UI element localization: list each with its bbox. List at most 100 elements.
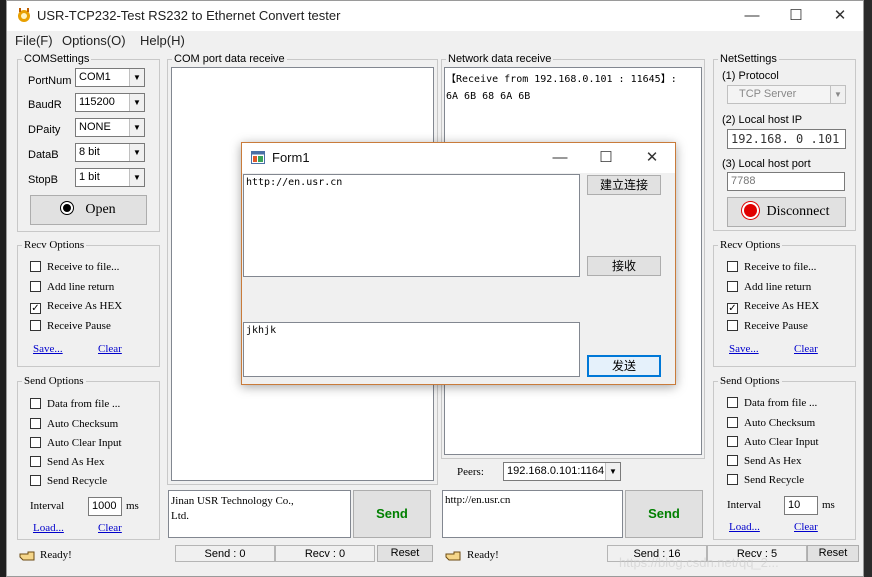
left-receive-pause-checkbox[interactable]: Receive Pause [30,320,111,332]
left-status-ready: Ready! [40,549,72,561]
send-button[interactable]: 发送 [587,355,661,377]
menu-options[interactable]: Options(O) [62,33,126,48]
connect-button[interactable]: 建立连接 [587,175,661,195]
right-recv-clear-link[interactable]: Clear [794,343,818,355]
right-send-as-hex-checkbox[interactable]: Send As Hex [727,455,801,467]
menu-file[interactable]: File(F) [15,33,53,48]
right-send-recycle-checkbox[interactable]: Send Recycle [727,474,804,486]
local-ip-input[interactable]: 192.168. 0 .101 [727,129,846,149]
stopbits-label: StopB [28,174,58,186]
local-port-input[interactable]: 7788 [727,172,845,191]
portnum-label: PortNum [28,75,72,87]
checkbox-box [727,474,738,485]
left-load-link[interactable]: Load... [33,522,64,534]
com-send-button[interactable]: Send [353,490,431,538]
protocol-label: (1) Protocol [722,70,779,82]
left-send-as-hex-checkbox[interactable]: Send As Hex [30,456,104,468]
chevron-down-icon: ▼ [129,119,144,136]
form1-title: Form1 [272,150,310,165]
checkbox-box [727,417,738,428]
left-send-clear-link[interactable]: Clear [98,522,122,534]
parity-select[interactable]: NONE ▼ [75,118,145,137]
left-interval-unit: ms [126,500,139,512]
menu-help[interactable]: Help(H) [140,33,185,48]
maximize-button[interactable]: ☐ [781,5,811,27]
left-interval-label: Interval [30,500,65,512]
close-button[interactable]: ✕ [825,5,855,27]
right-data-from-file-checkbox[interactable]: Data from file ... [727,397,817,409]
left-recv-clear-link[interactable]: Clear [98,343,122,355]
disconnect-button[interactable]: Disconnect [727,197,846,227]
protocol-select[interactable]: TCP Server ▼ [727,85,846,104]
right-interval-unit: ms [822,499,835,511]
record-icon [743,204,757,217]
form1-maximize-button[interactable]: ☐ [591,147,621,169]
menu-bar: File(F) Options(O) Help(H) [7,31,863,51]
right-add-line-return-checkbox[interactable]: Add line return [727,281,811,293]
left-receive-to-file-checkbox[interactable]: Receive to file... [30,261,119,273]
checkbox-box [30,418,41,429]
hand-icon [445,548,461,562]
checkbox-box [727,281,738,292]
minimize-button[interactable]: — [737,5,767,27]
left-send-recycle-checkbox[interactable]: Send Recycle [30,475,107,487]
form1-dialog: Form1 — ☐ ✕ http://en.usr.cn 建立连接 接收 jkh… [241,142,676,385]
checkbox-box [30,398,41,409]
right-interval-input[interactable]: 10 [784,496,818,515]
right-save-link[interactable]: Save... [729,343,759,355]
checkbox-box [727,320,738,331]
left-interval-input[interactable]: 1000 [88,497,122,516]
left-auto-clear-input-checkbox[interactable]: Auto Clear Input [30,437,122,449]
peers-select[interactable]: 192.168.0.101:1164 ▼ [503,462,621,481]
databits-select[interactable]: 8 bit ▼ [75,143,145,162]
left-recv-options-legend: Recv Options [24,239,85,251]
net-send-button[interactable]: Send [625,490,703,538]
form-icon [251,151,265,164]
com-receive-legend: COM port data receive [174,53,285,65]
receive-button[interactable]: 接收 [587,256,661,276]
open-port-button[interactable]: Open [30,195,147,225]
right-receive-to-file-checkbox[interactable]: Receive to file... [727,261,816,273]
checkbox-box [727,455,738,466]
right-reset-button[interactable]: Reset [807,545,859,562]
right-send-clear-link[interactable]: Clear [794,521,818,533]
stopbits-select[interactable]: 1 bit ▼ [75,168,145,187]
left-auto-checksum-checkbox[interactable]: Auto Checksum [30,418,118,430]
left-save-link[interactable]: Save... [33,343,63,355]
checkbox-box [30,320,41,331]
portnum-select[interactable]: COM1 ▼ [75,68,145,87]
chevron-down-icon: ▼ [830,86,845,103]
right-receive-pause-checkbox[interactable]: Receive Pause [727,320,808,332]
left-send-counter: Send : 0 [175,545,275,562]
right-receive-as-hex-checkbox[interactable]: ✓ Receive As HEX [727,300,819,314]
com-settings-legend: COMSettings [24,53,90,65]
net-receive-legend: Network data receive [448,53,552,65]
right-auto-checksum-checkbox[interactable]: Auto Checksum [727,417,815,429]
app-icon [16,7,32,23]
left-recv-counter: Recv : 0 [275,545,375,562]
peers-label: Peers: [457,466,484,478]
left-receive-as-hex-checkbox[interactable]: ✓ Receive As HEX [30,300,122,314]
left-data-from-file-checkbox[interactable]: Data from file ... [30,398,120,410]
com-send-textarea[interactable]: Jinan USR Technology Co., Ltd. [168,490,351,538]
right-send-options-legend: Send Options [720,375,780,387]
baudrate-select[interactable]: 115200 ▼ [75,93,145,112]
form1-close-button[interactable]: ✕ [637,147,667,169]
chevron-down-icon: ▼ [605,463,620,480]
checkmark-icon: ✓ [30,303,41,314]
checkbox-box [30,281,41,292]
form1-bottom-textarea[interactable]: jkhjk [243,322,580,377]
left-reset-button[interactable]: Reset [377,545,433,562]
form1-minimize-button[interactable]: — [545,147,575,169]
form1-top-textarea[interactable]: http://en.usr.cn [243,174,580,277]
right-load-link[interactable]: Load... [729,521,760,533]
local-ip-label: (2) Local host IP [722,114,803,126]
right-auto-clear-input-checkbox[interactable]: Auto Clear Input [727,436,819,448]
left-send-options-legend: Send Options [24,375,84,387]
chevron-down-icon: ▼ [129,169,144,186]
chevron-down-icon: ▼ [129,69,144,86]
left-add-line-return-checkbox[interactable]: Add line return [30,281,114,293]
net-send-textarea[interactable]: http://en.usr.cn [442,490,623,538]
checkbox-box [30,456,41,467]
chevron-down-icon: ▼ [129,94,144,111]
